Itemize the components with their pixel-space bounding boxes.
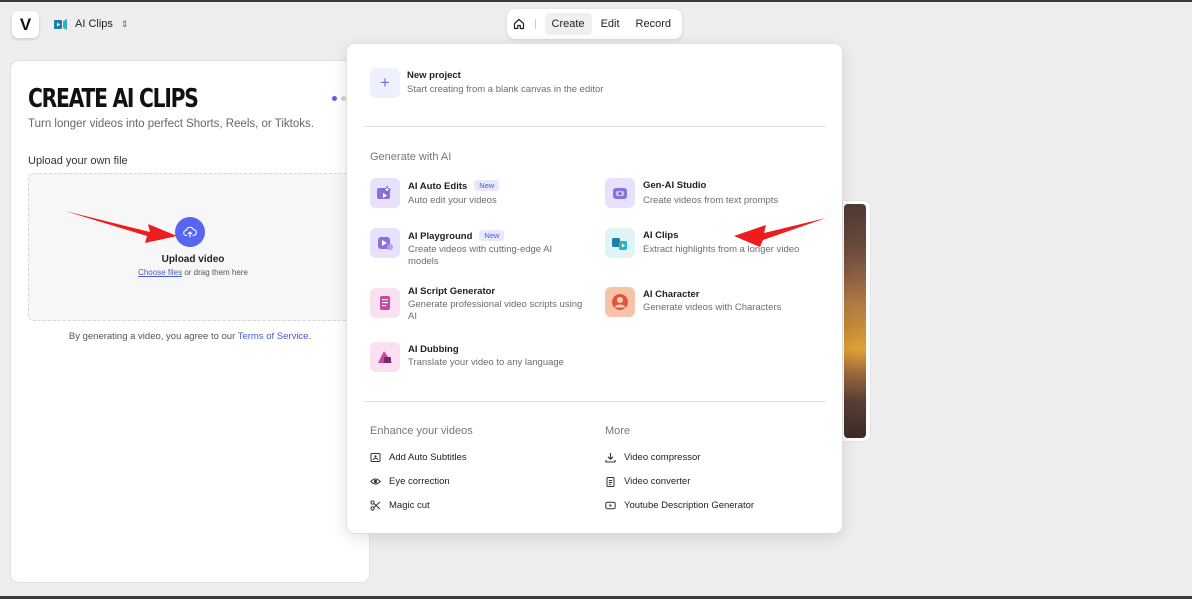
new-badge: New xyxy=(479,230,505,241)
tab-create[interactable]: Create xyxy=(544,13,592,35)
eye-correction-label: Eye correction xyxy=(389,475,450,487)
menu-item-ai-playground[interactable]: AI Playground New Create videos with cutt… xyxy=(370,228,595,268)
step-indicator xyxy=(332,96,346,101)
terms-notice: By generating a video, you agree to our … xyxy=(11,331,369,342)
plus-icon: + xyxy=(370,68,400,98)
tab-edit[interactable]: Edit xyxy=(594,13,627,35)
gen-ai-studio-desc: Create videos from text prompts xyxy=(643,195,779,206)
upload-video-title: Upload video xyxy=(161,254,225,265)
link-video-compressor[interactable]: Video compressor xyxy=(605,450,700,464)
menu-item-ai-clips[interactable]: AI Clips Extract highlights from a longe… xyxy=(605,228,830,260)
generate-with-ai-heading: Generate with AI xyxy=(370,151,452,163)
scissors-icon xyxy=(370,499,381,511)
step-dot-active xyxy=(332,96,337,101)
ai-auto-edits-desc: Auto edit your videos xyxy=(408,195,497,206)
gen-ai-studio-title: Gen-AI Studio xyxy=(643,180,707,191)
video-compressor-label: Video compressor xyxy=(624,451,701,463)
home-button[interactable] xyxy=(511,13,528,35)
choose-files-link[interactable]: Choose files xyxy=(138,268,182,277)
divider xyxy=(363,126,826,127)
add-auto-subtitles-label: Add Auto Subtitles xyxy=(389,451,467,463)
page-title: CREATE AI CLIPS xyxy=(28,84,199,114)
project-switcher[interactable]: AI Clips ⇕ xyxy=(54,15,128,33)
new-project-item[interactable]: + New project Start creating from a blan… xyxy=(370,68,810,100)
upload-dropzone[interactable]: Upload video Choose files or drag them h… xyxy=(28,173,356,321)
new-project-title: New project xyxy=(407,70,461,81)
menu-item-ai-script-generator[interactable]: AI Script Generator Generate professiona… xyxy=(370,284,595,324)
ai-playground-title: AI Playground xyxy=(408,231,473,242)
clipboard-icon xyxy=(606,476,615,487)
download-icon xyxy=(605,452,616,463)
ai-playground-icon xyxy=(370,228,400,258)
tos-prefix: By generating a video, you agree to our xyxy=(68,331,238,342)
menu-item-ai-character[interactable]: AI Character Generate videos with Charac… xyxy=(605,287,830,319)
ai-dubbing-title: AI Dubbing xyxy=(408,344,459,355)
link-eye-correction[interactable]: Eye correction xyxy=(370,474,450,488)
script-generator-icon xyxy=(370,288,400,318)
ai-character-title: AI Character xyxy=(643,289,700,300)
upload-section-label: Upload your own file xyxy=(28,155,128,167)
magic-cut-label: Magic cut xyxy=(389,499,430,511)
divider xyxy=(534,19,536,29)
subtitles-icon xyxy=(370,452,381,462)
enhance-videos-heading: Enhance your videos xyxy=(370,425,473,437)
menu-item-ai-auto-edits[interactable]: AI Auto Edits New Auto edit your videos xyxy=(370,178,595,210)
project-name: AI Clips xyxy=(75,18,113,30)
upload-hint: Choose files or drag them here xyxy=(29,268,357,277)
ai-clips-icon xyxy=(54,18,67,30)
ai-script-generator-title: AI Script Generator xyxy=(408,286,496,297)
video-converter-label: Video converter xyxy=(624,475,691,487)
new-badge: New xyxy=(474,180,500,191)
menu-item-gen-ai-studio[interactable]: Gen-AI Studio Create videos from text pr… xyxy=(605,178,830,210)
preview-image xyxy=(844,204,866,438)
new-project-desc: Start creating from a blank canvas in th… xyxy=(407,84,604,95)
menu-item-ai-dubbing[interactable]: AI Dubbing Translate your video to any l… xyxy=(370,342,595,374)
upload-button[interactable] xyxy=(175,217,205,247)
home-icon xyxy=(514,18,525,30)
link-youtube-description-generator[interactable]: Youtube Description Generator xyxy=(605,498,754,512)
tab-record[interactable]: Record xyxy=(629,13,678,35)
step-dot xyxy=(341,96,346,101)
link-add-auto-subtitles[interactable]: Add Auto Subtitles xyxy=(370,450,467,464)
gen-ai-studio-icon xyxy=(605,178,635,208)
youtube-description-generator-label: Youtube Description Generator xyxy=(624,499,755,511)
terms-of-service-link[interactable]: Terms of Service xyxy=(238,331,309,342)
ai-clips-desc: Extract highlights from a longer video xyxy=(643,244,800,255)
cloud-upload-icon xyxy=(183,226,197,238)
link-magic-cut[interactable]: Magic cut xyxy=(370,498,430,512)
create-menu-dropdown: + New project Start creating from a blan… xyxy=(347,44,842,533)
create-ai-clips-card: CREATE AI CLIPS Turn longer videos into … xyxy=(11,61,369,582)
video-preview-thumbnail xyxy=(838,201,870,441)
eye-icon xyxy=(370,478,381,484)
app-logo-button[interactable]: V xyxy=(12,11,39,38)
ai-clips-title: AI Clips xyxy=(643,230,679,241)
window-top-border xyxy=(0,0,1192,2)
ai-dubbing-icon xyxy=(370,342,400,372)
ai-playground-desc: Create videos with cutting-edge AI model… xyxy=(408,244,553,267)
logo-glyph: V xyxy=(19,14,32,34)
ai-character-icon xyxy=(605,287,635,317)
ai-auto-edits-title: AI Auto Edits xyxy=(408,181,468,192)
drag-text: or drag them here xyxy=(182,268,248,277)
youtube-icon xyxy=(605,501,616,509)
more-heading: More xyxy=(605,425,631,437)
ai-script-generator-desc: Generate professional video scripts usin… xyxy=(408,299,583,322)
ai-clips-icon xyxy=(605,228,635,258)
chevron-up-down-icon: ⇕ xyxy=(120,18,129,29)
auto-edits-icon xyxy=(370,178,400,208)
link-video-converter[interactable]: Video converter xyxy=(605,474,690,488)
page-subtitle: Turn longer videos into perfect Shorts, … xyxy=(28,118,314,130)
ai-character-desc: Generate videos with Characters xyxy=(643,302,782,313)
divider xyxy=(363,401,826,402)
tos-suffix: . xyxy=(308,331,312,342)
ai-dubbing-desc: Translate your video to any language xyxy=(408,357,564,368)
mode-switcher: Create Edit Record xyxy=(507,9,682,39)
